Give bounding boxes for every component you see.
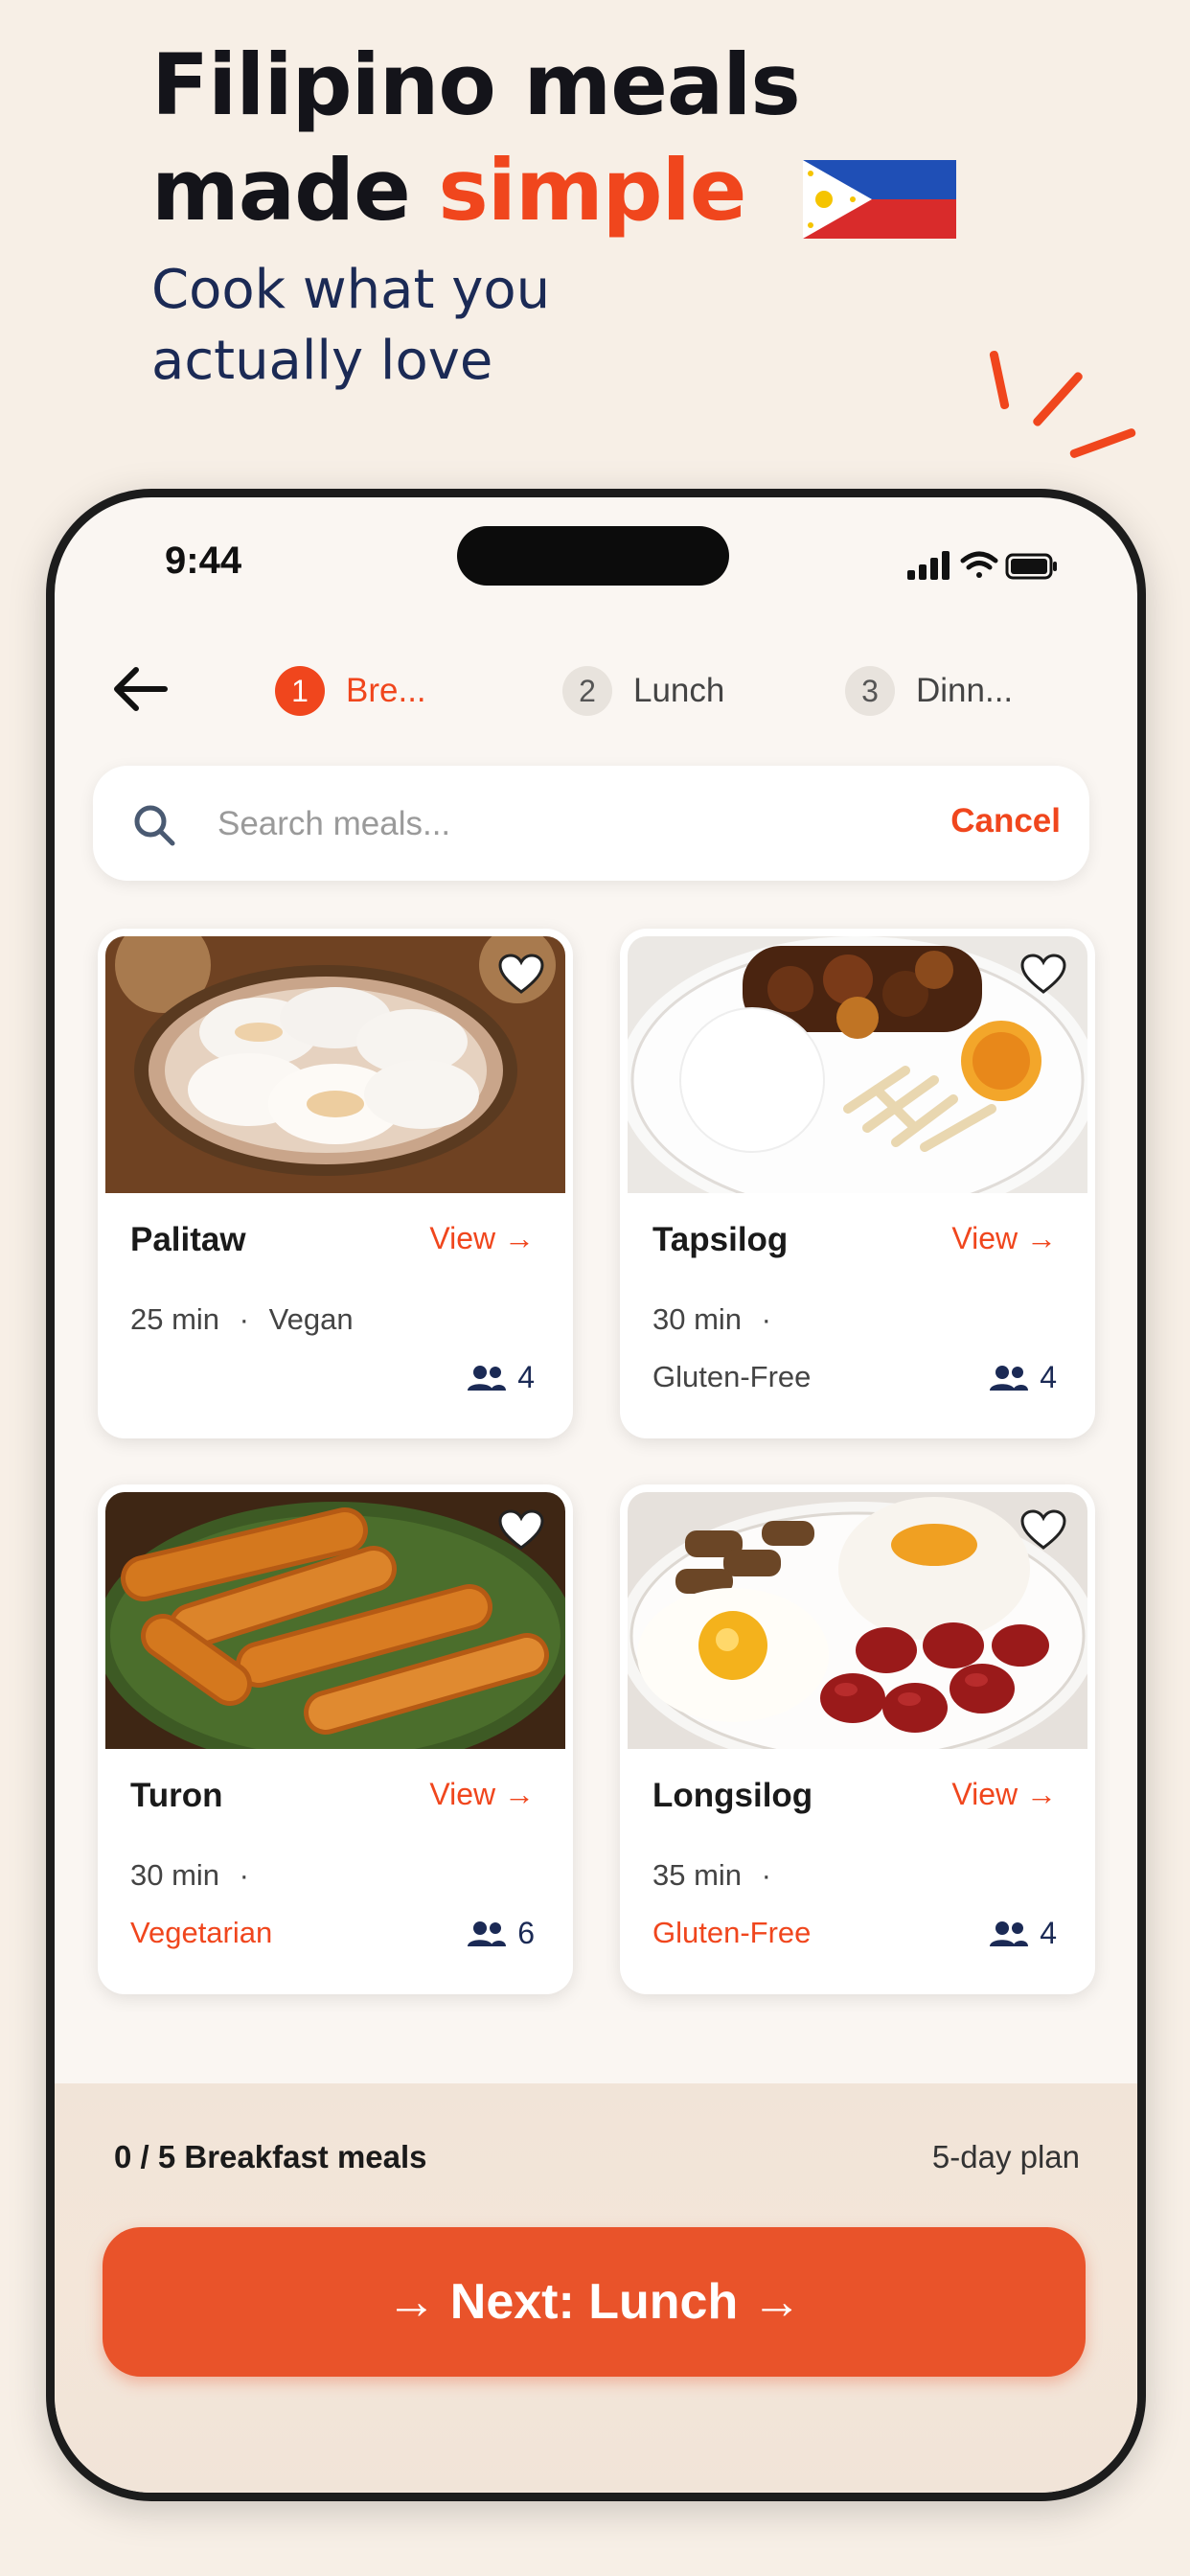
search-icon	[134, 805, 175, 846]
headline: Filipino meals made simple	[151, 33, 957, 243]
step-dinner[interactable]: 3 Dinn...	[845, 664, 1013, 718]
step-label: Dinn...	[916, 672, 1014, 709]
plan-length: 5-day plan	[931, 2139, 1080, 2174]
meal-time: 25 min	[130, 1302, 220, 1336]
headline-simple: simple	[438, 141, 746, 240]
step-label: Bre...	[346, 672, 426, 709]
headline-line-1: Filipino meals	[151, 35, 801, 134]
meal-time: 35 min	[652, 1858, 743, 1892]
meal-card-turon[interactable]: Turon View → 30 min · Vegetarian 6	[98, 1484, 573, 1994]
cancel-button[interactable]: Cancel	[950, 802, 1061, 840]
meal-name: Turon	[130, 1777, 223, 1814]
headline-made: made	[151, 141, 411, 240]
meal-tag: Vegetarian	[130, 1916, 273, 1949]
step-number: 1	[275, 666, 325, 716]
step-breakfast[interactable]: 1 Bre...	[275, 664, 426, 718]
next-lunch-button[interactable]: → Next: Lunch →	[103, 2227, 1086, 2377]
search-input[interactable]	[216, 794, 871, 854]
meta-separator: ·	[239, 1858, 249, 1892]
phone-frame: 9:44 1 Bre... 2 Lunch 3 Dinn... Search m…	[46, 489, 1146, 2501]
heart-icon[interactable]	[496, 1507, 546, 1552]
servings: 4	[988, 1360, 1057, 1395]
meal-time: 30 min	[130, 1858, 220, 1892]
meal-image	[628, 1492, 1087, 1749]
status-time: 9:44	[165, 540, 242, 582]
servings-count: 4	[517, 1360, 535, 1394]
philippines-flag-icon	[803, 157, 957, 240]
back-button[interactable]	[107, 660, 174, 718]
servings: 4	[988, 1916, 1057, 1951]
breakfast-progress: 0 / 5 Breakfast meals	[114, 2139, 427, 2174]
step-label: Lunch	[633, 672, 725, 709]
meal-name: Longsilog	[652, 1777, 813, 1814]
subheadline-line-2: actually love	[151, 330, 493, 392]
heart-icon[interactable]	[1018, 952, 1068, 996]
people-icon	[468, 1365, 507, 1391]
view-link[interactable]: View →	[951, 1221, 1057, 1256]
wifi-icon	[960, 551, 998, 578]
people-icon	[468, 1920, 507, 1946]
meal-meta: 25 min · Vegan	[130, 1302, 354, 1337]
heart-icon[interactable]	[496, 952, 546, 996]
decorative-spark	[1068, 426, 1137, 460]
meta-separator: ·	[239, 1302, 249, 1336]
meal-step-nav: 1 Bre... 2 Lunch 3 Dinn...	[55, 641, 1137, 737]
decorative-spark	[989, 350, 1010, 410]
meta-separator: ·	[761, 1858, 771, 1892]
battery-icon	[1005, 553, 1057, 580]
view-link[interactable]: View →	[429, 1777, 535, 1812]
meal-meta: 30 min ·	[652, 1302, 771, 1337]
meal-image	[105, 936, 565, 1193]
view-link[interactable]: View →	[951, 1777, 1057, 1812]
headline-line-2: made simple	[151, 138, 957, 243]
servings: 4	[466, 1360, 535, 1395]
servings-count: 6	[517, 1916, 535, 1950]
step-number: 2	[562, 666, 612, 716]
bottom-panel: 0 / 5 Breakfast meals 5-day plan → Next:…	[55, 2083, 1137, 2493]
meal-name: Tapsilog	[652, 1221, 789, 1258]
meal-meta: 35 min ·	[652, 1858, 771, 1893]
view-link[interactable]: View →	[429, 1221, 535, 1256]
meal-tag: Gluten-Free	[652, 1916, 812, 1949]
subheadline-line-1: Cook what you	[151, 259, 551, 321]
meal-tag: Gluten-Free	[652, 1360, 812, 1393]
meta-separator: ·	[761, 1302, 771, 1336]
dynamic-island	[457, 526, 729, 586]
meal-image	[628, 936, 1087, 1193]
signal-icon	[907, 551, 950, 580]
step-number: 3	[845, 666, 895, 716]
servings-count: 4	[1040, 1916, 1057, 1950]
servings: 6	[466, 1916, 535, 1951]
decorative-spark	[1031, 370, 1085, 428]
heart-icon[interactable]	[1018, 1507, 1068, 1552]
arrow-left-icon	[114, 667, 168, 711]
people-icon	[990, 1920, 1029, 1946]
people-icon	[990, 1365, 1029, 1391]
meal-meta: 30 min ·	[130, 1858, 249, 1893]
meal-name: Palitaw	[130, 1221, 246, 1258]
search-bar: Cancel	[93, 766, 1089, 881]
step-lunch[interactable]: 2 Lunch	[562, 664, 724, 718]
meal-card-palitaw[interactable]: Palitaw View → 25 min · Vegan 4	[98, 929, 573, 1438]
meal-tag: Vegan	[268, 1302, 354, 1336]
status-icons	[907, 545, 1061, 584]
meal-card-longsilog[interactable]: Longsilog View → 35 min · Gluten-Free 4	[620, 1484, 1095, 1994]
meal-image	[105, 1492, 565, 1749]
meal-time: 30 min	[652, 1302, 743, 1336]
servings-count: 4	[1040, 1360, 1057, 1394]
meal-card-tapsilog[interactable]: Tapsilog View → 30 min · Gluten-Free 4	[620, 929, 1095, 1438]
subheadline: Cook what you actually love	[151, 255, 550, 397]
